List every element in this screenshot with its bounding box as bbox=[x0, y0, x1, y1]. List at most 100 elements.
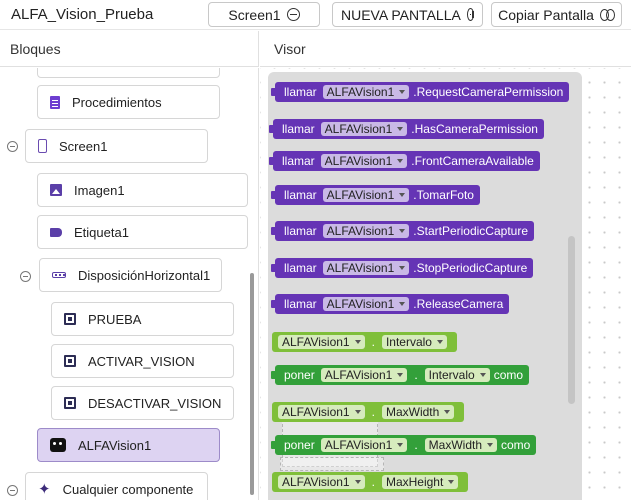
property-name: MaxHeight bbox=[385, 475, 444, 489]
button-icon bbox=[64, 355, 76, 367]
component-dropdown[interactable]: ALFAVision1 bbox=[322, 297, 410, 311]
component-dropdown[interactable]: ALFAVision1 bbox=[320, 122, 408, 136]
component-name: ALFAVision1 bbox=[282, 475, 350, 489]
screen-selector-label: Screen1 bbox=[228, 6, 281, 23]
collapse-any-component-toggle[interactable] bbox=[7, 485, 18, 496]
blocks-tree: Procedimientos Screen1 Imagen1 Etiqueta1… bbox=[0, 68, 259, 500]
component-dropdown[interactable]: ALFAVision1 bbox=[322, 261, 410, 275]
block-stop-periodic-capture[interactable]: llamar ALFAVision1 .StopPeriodicCapture bbox=[270, 258, 534, 278]
minus-circle-icon bbox=[286, 8, 300, 21]
tree-item-any-component[interactable]: ✦ Cualquier componente bbox=[25, 472, 208, 500]
phone-icon bbox=[38, 139, 47, 153]
component-dropdown[interactable]: ALFAVision1 bbox=[278, 335, 365, 349]
block-release-camera[interactable]: llamar ALFAVision1 .ReleaseCamera bbox=[270, 294, 510, 314]
component-dropdown[interactable]: ALFAVision1 bbox=[278, 475, 365, 489]
method-name: .StartPeriodicCapture bbox=[413, 224, 529, 238]
tree-item-label: Screen1 bbox=[59, 138, 108, 154]
block-dot: . bbox=[371, 335, 375, 349]
property-dropdown[interactable]: MaxHeight bbox=[381, 475, 459, 489]
component-name: ALFAVision1 bbox=[324, 154, 393, 168]
block-request-camera-permission[interactable]: llamar ALFAVision1 .RequestCameraPermiss… bbox=[270, 82, 570, 102]
tree-item-label: ALFAVision1 bbox=[78, 437, 152, 453]
top-bar: ALFA_Vision_Prueba Screen1 NUEVA PANTALL… bbox=[0, 0, 631, 30]
block-keyword: llamar bbox=[284, 224, 317, 238]
image-icon bbox=[50, 184, 62, 196]
component-name: ALFAVision1 bbox=[326, 224, 395, 238]
button-icon bbox=[64, 397, 76, 409]
block-tomar-foto[interactable]: llamar ALFAVision1 .TomarFoto bbox=[271, 185, 480, 205]
tree-item-label: Imagen1 bbox=[74, 182, 125, 198]
method-name: .RequestCameraPermission bbox=[413, 85, 564, 99]
new-screen-button[interactable]: NUEVA PANTALLA bbox=[332, 2, 483, 27]
tree-item-screen1[interactable]: Screen1 bbox=[25, 129, 208, 163]
property-dropdown[interactable]: Intervalo bbox=[381, 335, 447, 349]
horizontal-arrangement-icon bbox=[52, 272, 66, 278]
property-name: Intervalo bbox=[428, 368, 475, 382]
component-dropdown[interactable]: ALFAVision1 bbox=[278, 405, 365, 419]
block-dot: . bbox=[371, 405, 375, 419]
collapse-arrangement-toggle[interactable] bbox=[20, 271, 31, 282]
dropdown-caret-icon bbox=[399, 266, 406, 270]
property-dropdown[interactable]: MaxWidth bbox=[381, 405, 455, 419]
tree-item-alfavision1[interactable]: ALFAVision1 bbox=[37, 428, 220, 462]
block-get-intervalo[interactable]: ALFAVision1 . Intervalo bbox=[272, 332, 457, 352]
method-name: .HasCameraPermission bbox=[411, 122, 538, 136]
property-dropdown[interactable]: MaxWidth bbox=[424, 438, 497, 452]
procedures-icon bbox=[50, 95, 60, 109]
property-name: MaxWidth bbox=[385, 405, 440, 419]
collapse-screen1-toggle[interactable] bbox=[7, 141, 18, 152]
component-name: ALFAVision1 bbox=[326, 85, 395, 99]
block-dot: . bbox=[371, 475, 375, 489]
flyout-scrollbar[interactable] bbox=[568, 236, 575, 404]
component-dropdown[interactable]: ALFAVision1 bbox=[322, 188, 410, 202]
block-keyword: llamar bbox=[284, 297, 317, 311]
block-front-camera-available[interactable]: llamar ALFAVision1 .FrontCameraAvailable bbox=[269, 151, 540, 171]
dropdown-caret-icon bbox=[354, 410, 361, 414]
dropdown-caret-icon bbox=[397, 443, 404, 447]
tree-item-procedures[interactable]: Procedimientos bbox=[37, 85, 220, 119]
block-dot: . bbox=[414, 368, 418, 382]
tree-item-label: Procedimientos bbox=[72, 94, 162, 110]
dropdown-caret-icon bbox=[354, 340, 361, 344]
tree-item-desactivar-vision[interactable]: DESACTIVAR_VISION bbox=[51, 386, 234, 420]
property-dropdown[interactable]: Intervalo bbox=[424, 368, 490, 382]
new-screen-label: NUEVA PANTALLA bbox=[341, 6, 461, 23]
component-name: ALFAVision1 bbox=[326, 297, 395, 311]
block-get-maxheight[interactable]: ALFAVision1 . MaxHeight bbox=[272, 472, 469, 492]
tree-item-partial[interactable] bbox=[37, 68, 220, 78]
block-get-maxwidth[interactable]: ALFAVision1 . MaxWidth bbox=[272, 402, 465, 422]
component-dropdown[interactable]: ALFAVision1 bbox=[320, 154, 408, 168]
block-keyword: poner bbox=[284, 438, 315, 452]
tree-item-imagen1[interactable]: Imagen1 bbox=[37, 173, 248, 207]
tree-item-disposicion-horizontal1[interactable]: DisposiciónHorizontal1 bbox=[39, 258, 222, 292]
dropdown-caret-icon bbox=[397, 373, 404, 377]
tree-item-prueba[interactable]: PRUEBA bbox=[51, 302, 234, 336]
dropdown-caret-icon bbox=[479, 373, 486, 377]
drag-ghost-outline bbox=[280, 457, 384, 471]
component-dropdown[interactable]: ALFAVision1 bbox=[322, 85, 410, 99]
dropdown-caret-icon bbox=[399, 302, 406, 306]
method-name: .TomarFoto bbox=[413, 188, 474, 202]
block-start-periodic-capture[interactable]: llamar ALFAVision1 .StartPeriodicCapture bbox=[270, 221, 535, 241]
block-set-maxwidth[interactable]: poner ALFAVision1 . MaxWidth como bbox=[270, 435, 537, 455]
sparkle-icon: ✦ bbox=[38, 480, 51, 498]
robot-icon bbox=[50, 438, 66, 452]
component-name: ALFAVision1 bbox=[324, 368, 393, 382]
component-dropdown[interactable]: ALFAVision1 bbox=[320, 368, 408, 382]
tree-item-label: DisposiciónHorizontal1 bbox=[78, 267, 211, 283]
method-name: .FrontCameraAvailable bbox=[411, 154, 534, 168]
copy-screen-label: Copiar Pantalla bbox=[498, 6, 594, 23]
tree-item-etiqueta1[interactable]: Etiqueta1 bbox=[37, 215, 248, 249]
blocks-tree-scrollbar[interactable] bbox=[250, 273, 254, 495]
copy-screen-button[interactable]: Copiar Pantalla bbox=[491, 2, 622, 27]
block-has-camera-permission[interactable]: llamar ALFAVision1 .HasCameraPermission bbox=[269, 119, 544, 139]
viewer-header: Visor bbox=[260, 31, 631, 67]
label-icon bbox=[50, 227, 62, 237]
component-dropdown[interactable]: ALFAVision1 bbox=[320, 438, 408, 452]
tree-item-activar-vision[interactable]: ACTIVAR_VISION bbox=[51, 344, 234, 378]
screen-selector-button[interactable]: Screen1 bbox=[208, 2, 320, 27]
tree-item-label: DESACTIVAR_VISION bbox=[88, 395, 222, 411]
block-set-intervalo[interactable]: poner ALFAVision1 . Intervalo como bbox=[270, 365, 530, 385]
component-dropdown[interactable]: ALFAVision1 bbox=[322, 224, 410, 238]
blocks-workspace[interactable]: llamar ALFAVision1 .RequestCameraPermiss… bbox=[260, 68, 631, 500]
